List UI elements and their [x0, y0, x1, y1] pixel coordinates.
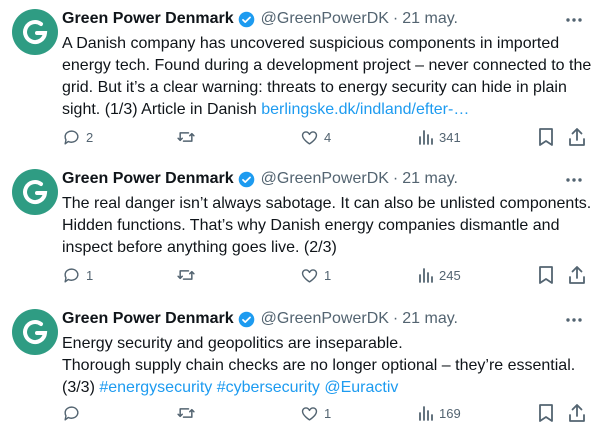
tweet-text-line: The real danger isn’t always sabotage. I… [62, 195, 592, 212]
bookmark-icon [539, 404, 553, 422]
views-icon [419, 268, 433, 283]
action-bar: 1 1 245 [0, 264, 600, 286]
share-button[interactable] [568, 126, 586, 148]
tweet-text: Energy security and geopolitics are inse… [62, 333, 592, 399]
share-icon [569, 404, 585, 422]
avatar[interactable] [12, 9, 58, 55]
reply-count: 2 [86, 129, 94, 145]
hashtag-links[interactable]: #energysecurity #cybersecurity @Euractiv [99, 379, 398, 396]
bookmark-button[interactable] [537, 126, 555, 148]
logo-icon [23, 180, 48, 204]
retweet-icon [177, 132, 195, 142]
author-handle[interactable]: @GreenPowerDK [261, 310, 389, 328]
logo-icon [23, 20, 48, 44]
avatar[interactable] [12, 309, 58, 355]
tweet-text-line: (3/3) #energysecurity #cybersecurity @Eu… [62, 377, 592, 399]
heart-icon [301, 130, 318, 145]
tweet-text-line: Thorough supply chain checks are no long… [62, 357, 576, 374]
reply-button[interactable]: 2 [62, 126, 93, 148]
tweet-text: A Danish company has uncovered suspiciou… [62, 33, 592, 121]
share-button[interactable] [568, 402, 586, 424]
author-name[interactable]: Green Power Denmark [62, 310, 234, 328]
tweet-text: The real danger isn’t always sabotage. I… [62, 193, 592, 259]
retweet-icon [177, 270, 195, 280]
like-button[interactable]: 1 [300, 402, 331, 424]
share-icon [569, 128, 585, 146]
reply-button[interactable] [62, 402, 86, 424]
views-button[interactable]: 169 [418, 402, 461, 424]
reply-icon [64, 129, 79, 145]
reply-count: 1 [86, 267, 94, 283]
heart-icon [301, 406, 318, 421]
verified-badge-icon [238, 171, 254, 187]
bookmark-icon [539, 128, 553, 146]
logo-icon [23, 320, 48, 344]
action-bar: 2 4 341 [0, 126, 600, 148]
retweet-icon [177, 408, 195, 418]
tweet-text-line: Energy security and geopolitics are inse… [62, 335, 403, 352]
view-count: 341 [439, 129, 461, 145]
share-button[interactable] [568, 264, 586, 286]
more-options-icon[interactable] [564, 10, 584, 30]
reply-icon [64, 267, 79, 283]
heart-icon [301, 268, 318, 283]
author-name[interactable]: Green Power Denmark [62, 170, 234, 188]
tweet-text-line: Hidden functions. That’s why Danish ener… [62, 217, 560, 234]
verified-badge-icon [238, 311, 254, 327]
more-options-icon[interactable] [564, 170, 584, 190]
share-icon [569, 266, 585, 284]
tweet-text-line: inspect before anything goes live. (2/3) [62, 239, 337, 256]
like-button[interactable]: 1 [300, 264, 331, 286]
reply-icon [64, 405, 79, 421]
tweet-text-line: energy tech. Found during a development … [62, 57, 592, 74]
avatar[interactable] [12, 169, 58, 215]
like-button[interactable]: 4 [300, 126, 331, 148]
separator-dot: · [392, 310, 399, 327]
views-button[interactable]: 245 [418, 264, 461, 286]
tweet-date[interactable]: 21 may. [402, 10, 458, 28]
tweet-text-segment: (3/3) [62, 379, 100, 396]
verified-badge-icon [238, 11, 254, 27]
action-bar: 1 169 [0, 402, 600, 424]
views-icon [419, 130, 433, 145]
bookmark-button[interactable] [537, 264, 555, 286]
tweet-date[interactable]: 21 may. [402, 170, 458, 188]
tweet-text-line: A Danish company has uncovered suspiciou… [62, 35, 560, 52]
more-options-icon[interactable] [564, 310, 584, 330]
view-count: 169 [439, 405, 461, 421]
tweet-text-line: grid. But it’s a clear warning: threats … [62, 79, 567, 96]
author-handle[interactable]: @GreenPowerDK [261, 10, 389, 28]
like-count: 1 [324, 405, 332, 421]
views-button[interactable]: 341 [418, 126, 461, 148]
article-link[interactable]: berlingske.dk/indland/efter-… [261, 101, 469, 118]
like-count: 1 [324, 267, 332, 283]
views-icon [419, 406, 433, 421]
tweet-text-line: sight. (1/3) Article in Danish berlingsk… [62, 99, 592, 121]
reply-button[interactable]: 1 [62, 264, 93, 286]
like-count: 4 [324, 129, 332, 145]
separator-dot: · [392, 10, 399, 27]
retweet-button[interactable] [176, 402, 201, 424]
retweet-button[interactable] [176, 264, 201, 286]
bookmark-icon [539, 266, 553, 284]
author-name[interactable]: Green Power Denmark [62, 10, 234, 28]
bookmark-button[interactable] [537, 402, 555, 424]
retweet-button[interactable] [176, 126, 201, 148]
tweet-date[interactable]: 21 may. [402, 310, 458, 328]
view-count: 245 [439, 267, 461, 283]
tweet-text-segment: sight. (1/3) Article in Danish [62, 101, 262, 118]
author-handle[interactable]: @GreenPowerDK [261, 170, 389, 188]
separator-dot: · [392, 170, 399, 187]
